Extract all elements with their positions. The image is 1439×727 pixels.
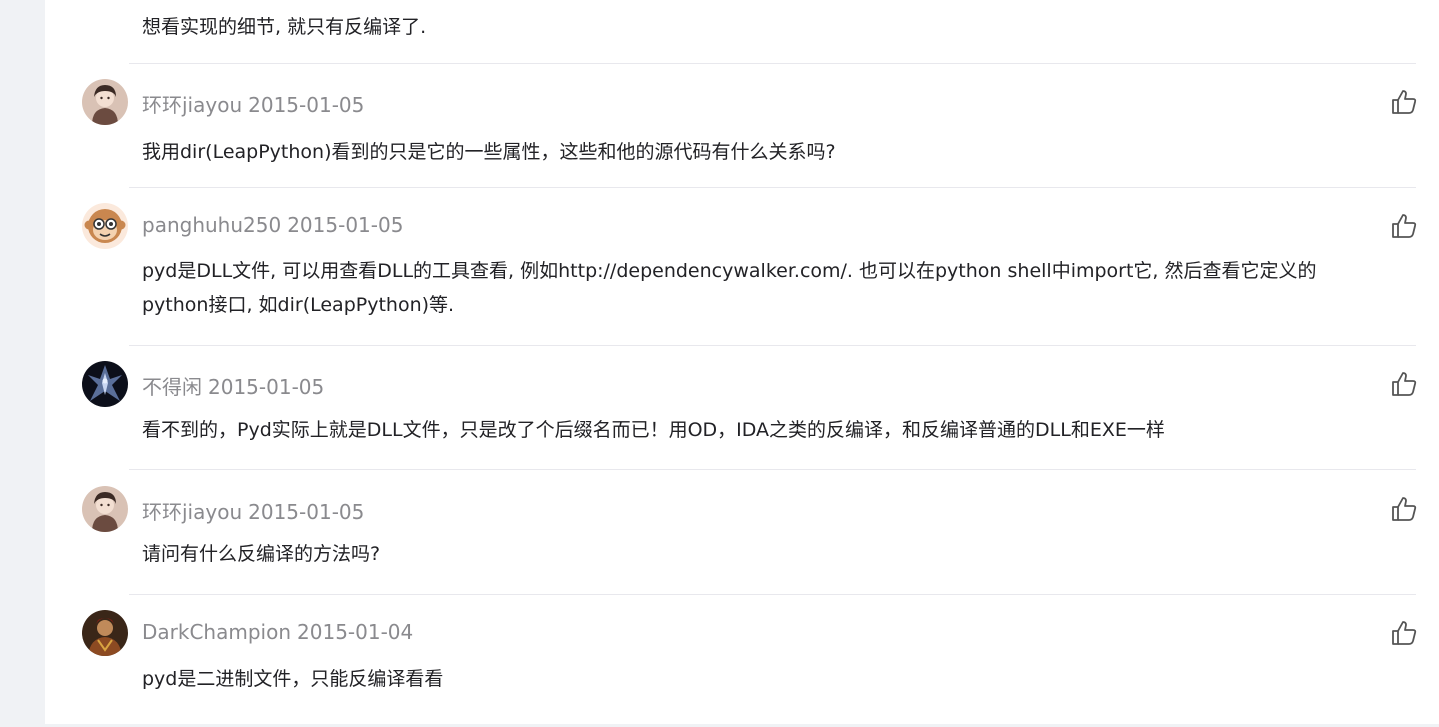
avatar[interactable] [82, 610, 128, 656]
dark-warrior-avatar-icon [82, 361, 128, 407]
monkey-face-avatar-icon [82, 203, 128, 249]
comment-page: 想看实现的细节, 就只有反编译了. 环环jiayou 2015-01-05 我用d… [0, 0, 1439, 727]
comment-date: 2015-01-05 [208, 375, 325, 399]
thumbs-up-icon [1392, 621, 1417, 645]
comment-date: 2015-01-05 [287, 213, 404, 237]
username[interactable]: panghuhu250 [142, 213, 281, 237]
username[interactable]: 环环jiayou [142, 500, 242, 524]
comment-text: 我用dir(LeapPython)看到的只是它的一些属性，这些和他的源代码有什么… [142, 141, 836, 163]
comment-text: 看不到的，Pyd实际上就是DLL文件，只是改了个后缀名而已！用OD，IDA之类的… [142, 419, 1165, 441]
thumbs-up-icon [1392, 497, 1417, 521]
thumbs-up-icon [1392, 90, 1417, 114]
divider [129, 345, 1416, 346]
divider [129, 63, 1416, 64]
like-button[interactable] [1390, 619, 1418, 647]
divider [129, 594, 1416, 595]
warrior-avatar-icon [82, 610, 128, 656]
comment-date: 2015-01-05 [248, 500, 365, 524]
like-button[interactable] [1390, 212, 1418, 240]
like-button[interactable] [1390, 370, 1418, 398]
username[interactable]: 不得闲 [142, 375, 202, 399]
thumbs-up-icon [1392, 214, 1417, 238]
comment-date: 2015-01-04 [297, 620, 414, 644]
divider [129, 187, 1416, 188]
username[interactable]: DarkChampion [142, 620, 291, 644]
left-gutter [0, 0, 45, 727]
previous-comment-text: 想看实现的细节, 就只有反编译了. [142, 16, 427, 38]
comment-meta: 不得闲 2015-01-05 [142, 371, 324, 400]
comment-text: pyd是DLL文件, 可以用查看DLL的工具查看, 例如http://depen… [142, 260, 1317, 316]
comment-date: 2015-01-05 [248, 93, 365, 117]
avatar[interactable] [82, 203, 128, 249]
avatar[interactable] [82, 486, 128, 532]
comment-text: pyd是二进制文件，只能反编译看看 [142, 668, 444, 690]
comment-meta: 环环jiayou 2015-01-05 [142, 89, 364, 118]
comment-meta: 环环jiayou 2015-01-05 [142, 496, 364, 525]
girl-portrait-avatar-icon [82, 486, 128, 532]
girl-portrait-avatar-icon [82, 79, 128, 125]
comment-meta: panghuhu250 2015-01-05 [142, 213, 403, 237]
username[interactable]: 环环jiayou [142, 93, 242, 117]
like-button[interactable] [1390, 88, 1418, 116]
avatar[interactable] [82, 79, 128, 125]
avatar[interactable] [82, 361, 128, 407]
comment-text: 请问有什么反编译的方法吗? [142, 543, 381, 565]
like-button[interactable] [1390, 495, 1418, 523]
thumbs-up-icon [1392, 372, 1417, 396]
comment-meta: DarkChampion 2015-01-04 [142, 620, 413, 644]
divider [129, 469, 1416, 470]
